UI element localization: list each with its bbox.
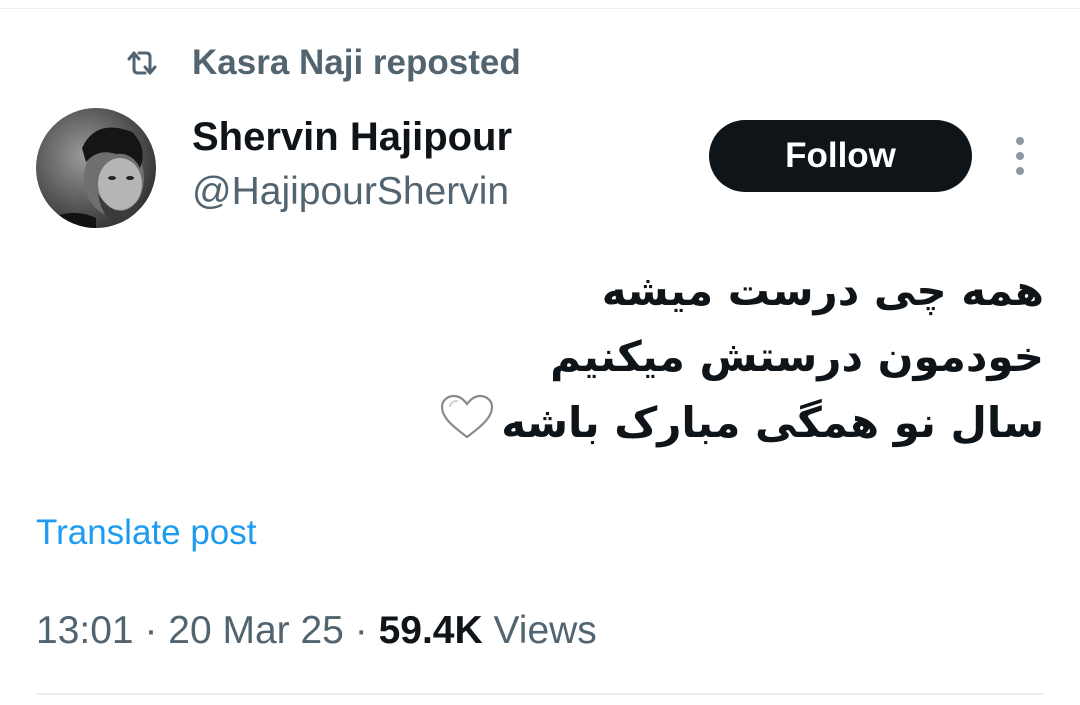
post-text: همه چی درست میشه خودمون درستش میکنیم سال… bbox=[344, 258, 1044, 459]
post-line: خودمون درستش میکنیم bbox=[550, 332, 1044, 381]
top-divider bbox=[0, 8, 1080, 9]
post-line-with-emoji: سال نو همگی مبارک باشه bbox=[344, 390, 1044, 459]
translate-post-link[interactable]: Translate post bbox=[36, 511, 256, 555]
post-meta: 13:01 · 20 Mar 25 · 59.4K Views bbox=[36, 607, 597, 655]
post-line: همه چی درست میشه bbox=[601, 266, 1044, 315]
repost-icon bbox=[124, 48, 160, 78]
repost-indicator[interactable]: Kasra Naji reposted bbox=[124, 40, 521, 86]
more-vertical-icon[interactable] bbox=[1004, 130, 1036, 182]
follow-button[interactable]: Follow bbox=[709, 120, 972, 192]
avatar[interactable] bbox=[36, 108, 156, 228]
views-count: 59.4K bbox=[378, 609, 483, 652]
bottom-divider bbox=[36, 693, 1044, 695]
author-handle[interactable]: @HajipourShervin bbox=[192, 168, 509, 216]
meta-separator: · bbox=[343, 609, 379, 652]
post-date[interactable]: 20 Mar 25 bbox=[168, 609, 344, 652]
post-line: سال نو همگی مبارک باشه bbox=[501, 398, 1044, 447]
white-heart-icon bbox=[439, 393, 495, 459]
meta-separator: · bbox=[133, 609, 169, 652]
views-label: Views bbox=[482, 609, 597, 652]
author-name[interactable]: Shervin Hajipour bbox=[192, 113, 512, 161]
repost-text[interactable]: Kasra Naji reposted bbox=[192, 43, 521, 83]
post-time[interactable]: 13:01 bbox=[36, 609, 134, 652]
